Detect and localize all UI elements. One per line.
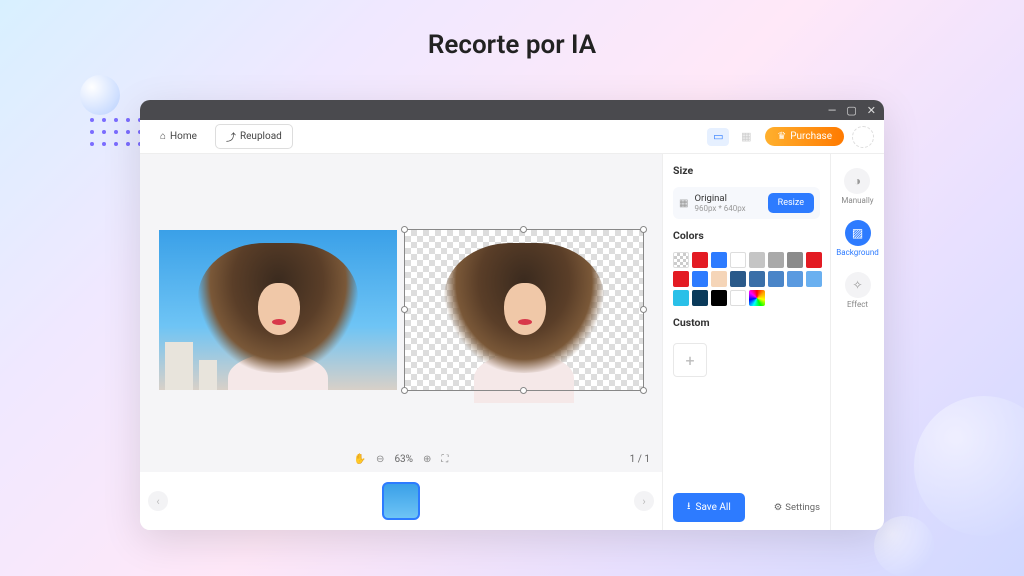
resize-handle[interactable]: [401, 387, 408, 394]
home-label: Home: [170, 131, 197, 142]
page-indicator: 1 / 1: [630, 454, 650, 465]
add-custom-color-button[interactable]: +: [673, 343, 707, 377]
background-icon: ▨: [845, 220, 871, 246]
color-swatch[interactable]: [749, 252, 765, 268]
size-label: Original: [694, 193, 761, 204]
decor-bubble: [914, 396, 1024, 536]
color-swatch[interactable]: [730, 271, 746, 287]
color-swatch[interactable]: [673, 271, 689, 287]
zoom-out-icon[interactable]: ⊖: [376, 454, 384, 465]
image-icon: ▦: [679, 198, 688, 209]
save-all-button[interactable]: ⭳ Save All: [673, 493, 745, 522]
color-swatch[interactable]: [730, 290, 746, 306]
app-window: — ▢ ✕ ⌂ Home ⤴ Reupload ▭ ▦ ♛ Purchase: [140, 100, 884, 530]
color-swatch[interactable]: [768, 271, 784, 287]
page-title: Recorte por IA: [0, 0, 1024, 60]
cutout-image[interactable]: [405, 230, 643, 390]
resize-button[interactable]: Resize: [768, 193, 814, 213]
toolbar: ⌂ Home ⤴ Reupload ▭ ▦ ♛ Purchase: [140, 120, 884, 154]
prev-thumb-button[interactable]: ‹: [148, 491, 168, 511]
resize-handle[interactable]: [640, 306, 647, 313]
thumbnail[interactable]: [382, 482, 420, 520]
color-swatch[interactable]: [787, 252, 803, 268]
color-swatches: [673, 252, 820, 306]
effect-label: Effect: [847, 301, 868, 310]
rail-effect[interactable]: ✧ Effect: [845, 272, 871, 310]
size-heading: Size: [673, 164, 820, 177]
resize-handle[interactable]: [520, 387, 527, 394]
effect-icon: ✧: [845, 272, 871, 298]
pan-icon[interactable]: ✋: [354, 454, 366, 465]
color-swatch[interactable]: [711, 252, 727, 268]
titlebar: — ▢ ✕: [140, 100, 884, 120]
size-row: ▦ Original 960px * 640px Resize: [673, 187, 820, 219]
color-swatch[interactable]: [768, 252, 784, 268]
color-swatch[interactable]: [749, 271, 765, 287]
manually-icon: ◑: [844, 168, 870, 194]
gear-icon: ⚙: [774, 502, 783, 513]
next-thumb-button[interactable]: ›: [634, 491, 654, 511]
colors-heading: Colors: [673, 229, 820, 242]
color-swatch[interactable]: [711, 271, 727, 287]
zoom-in-icon[interactable]: ⊕: [423, 454, 431, 465]
single-view-button[interactable]: ▭: [707, 128, 729, 146]
color-swatch[interactable]: [711, 290, 727, 306]
manually-label: Manually: [841, 197, 873, 206]
rail-background[interactable]: ▨ Background: [836, 220, 879, 258]
upload-icon: ⤴: [226, 129, 236, 144]
settings-label: Settings: [785, 502, 820, 513]
download-icon: ⭳: [687, 499, 691, 516]
close-icon[interactable]: ✕: [867, 105, 876, 116]
decor-bubble: [874, 516, 934, 576]
color-swatch[interactable]: [673, 252, 689, 268]
color-swatch[interactable]: [673, 290, 689, 306]
color-swatch[interactable]: [692, 290, 708, 306]
color-swatch[interactable]: [749, 290, 765, 306]
resize-handle[interactable]: [520, 226, 527, 233]
purchase-button[interactable]: ♛ Purchase: [765, 127, 844, 146]
resize-handle[interactable]: [640, 387, 647, 394]
color-swatch[interactable]: [692, 271, 708, 287]
zoom-level: 63%: [394, 454, 413, 465]
maximize-icon[interactable]: ▢: [846, 105, 856, 116]
side-panel: Size ▦ Original 960px * 640px Resize Col…: [662, 154, 830, 530]
thumbnail-bar: ‹ ›: [140, 472, 662, 530]
tool-rail: ◑ Manually ▨ Background ✧ Effect: [830, 154, 884, 530]
home-icon: ⌂: [160, 131, 166, 142]
resize-handle[interactable]: [401, 306, 408, 313]
original-image: [159, 230, 397, 390]
more-button[interactable]: [852, 126, 874, 148]
rail-manually[interactable]: ◑ Manually: [841, 168, 873, 206]
resize-handle[interactable]: [640, 226, 647, 233]
view-toggle: ▭ ▦: [707, 128, 757, 146]
grid-view-button[interactable]: ▦: [735, 128, 757, 146]
minimize-icon[interactable]: —: [828, 105, 837, 116]
home-button[interactable]: ⌂ Home: [150, 127, 207, 146]
color-swatch[interactable]: [787, 271, 803, 287]
color-swatch[interactable]: [806, 271, 822, 287]
fit-icon[interactable]: ⛶: [441, 454, 448, 465]
color-swatch[interactable]: [730, 252, 746, 268]
color-swatch[interactable]: [692, 252, 708, 268]
zoom-bar: ✋ ⊖ 63% ⊕ ⛶ 1 / 1: [140, 446, 662, 472]
canvas-area: ✋ ⊖ 63% ⊕ ⛶ 1 / 1 ‹ ›: [140, 154, 662, 530]
reupload-button[interactable]: ⤴ Reupload: [215, 124, 293, 149]
reupload-label: Reupload: [240, 131, 282, 142]
custom-heading: Custom: [673, 316, 820, 329]
color-swatch[interactable]: [806, 252, 822, 268]
size-dims: 960px * 640px: [694, 204, 761, 213]
background-label: Background: [836, 249, 879, 258]
resize-handle[interactable]: [401, 226, 408, 233]
save-all-label: Save All: [696, 502, 731, 513]
crown-icon: ♛: [777, 131, 786, 142]
purchase-label: Purchase: [790, 131, 832, 142]
decor-bubble: [80, 75, 120, 115]
settings-button[interactable]: ⚙ Settings: [774, 502, 820, 513]
